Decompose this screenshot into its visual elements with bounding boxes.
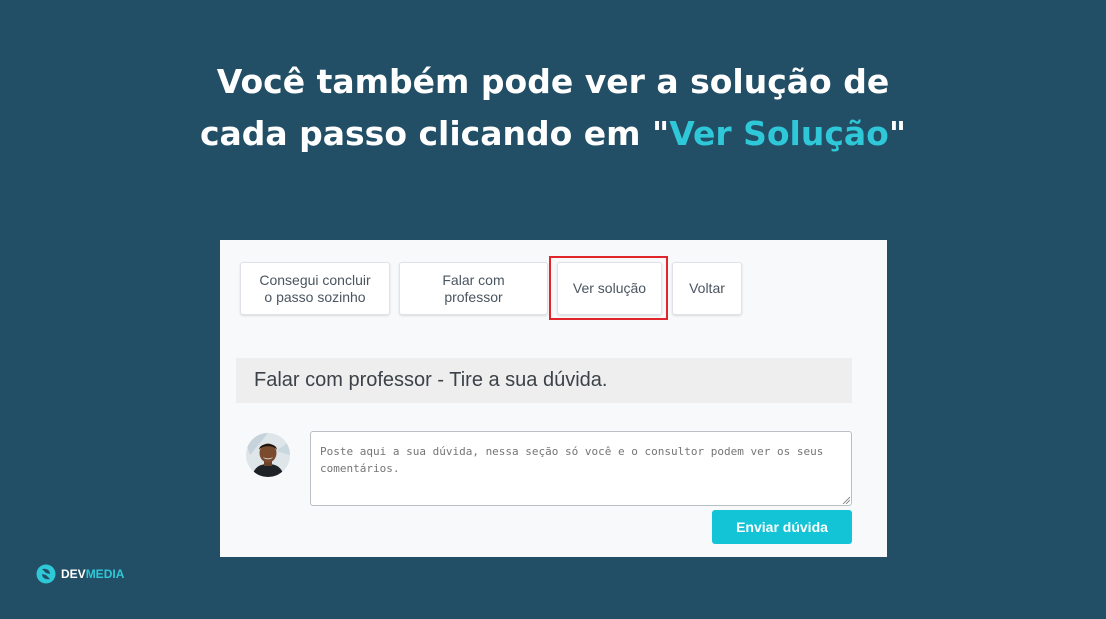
section-title: Falar com professor - Tire a sua dúvida. — [236, 358, 852, 403]
headline-line-2: cada passo clicando em "Ver Solução" — [0, 108, 1106, 160]
slide-headline: Você também pode ver a solução de cada p… — [0, 56, 1106, 160]
resize-grip-icon[interactable] — [842, 496, 850, 504]
user-avatar — [246, 433, 290, 477]
step-actions-panel: Consegui concluir o passo sozinho Falar … — [220, 240, 887, 557]
brand-text-dev: DEV — [61, 567, 86, 581]
back-label: Voltar — [689, 280, 725, 296]
brand-text-media: MEDIA — [85, 567, 125, 581]
solved-alone-button[interactable]: Consegui concluir o passo sozinho — [240, 262, 390, 315]
user-avatar-icon — [246, 433, 290, 477]
question-input[interactable] — [310, 431, 852, 506]
brand-logo: DEV MEDIA — [36, 564, 124, 584]
talk-to-teacher-label: Falar com professor — [442, 271, 505, 305]
talk-to-teacher-button[interactable]: Falar com professor — [399, 262, 548, 315]
see-solution-highlight-box — [549, 256, 668, 320]
headline-line-2-suffix: " — [888, 114, 907, 153]
send-question-button[interactable]: Enviar dúvida — [712, 510, 852, 544]
headline-line-2-prefix: cada passo clicando em " — [199, 114, 670, 153]
back-button[interactable]: Voltar — [672, 262, 742, 315]
headline-line-1: Você também pode ver a solução de — [216, 62, 890, 101]
solved-alone-label: Consegui concluir o passo sozinho — [259, 271, 371, 305]
devmedia-logo-icon — [36, 564, 56, 584]
headline-accent-text: Ver Solução — [669, 114, 889, 153]
